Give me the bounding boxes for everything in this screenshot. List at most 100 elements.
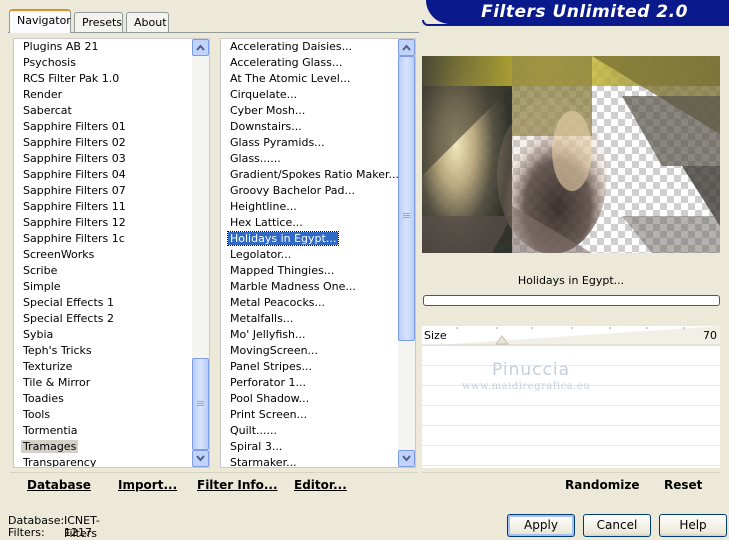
filter-item[interactable]: Print Screen... bbox=[221, 407, 397, 423]
category-item-label: Sapphire Filters 04 bbox=[23, 168, 126, 181]
category-item[interactable]: Sabercat bbox=[14, 103, 191, 119]
category-item[interactable]: Tramages bbox=[14, 439, 191, 455]
category-item[interactable]: Special Effects 2 bbox=[14, 311, 191, 327]
randomize-button[interactable]: Randomize bbox=[565, 478, 639, 492]
category-item[interactable]: Render bbox=[14, 87, 191, 103]
app-title: Filters Unlimited 2.0 bbox=[481, 2, 688, 22]
category-item[interactable]: ScreenWorks bbox=[14, 247, 191, 263]
scroll-down-button[interactable] bbox=[398, 450, 415, 467]
category-item[interactable]: Scribe bbox=[14, 263, 191, 279]
filter-item[interactable]: Glass Pyramids... bbox=[221, 135, 397, 151]
category-item-label: Tramages bbox=[21, 440, 79, 453]
category-item[interactable]: Teph's Tricks bbox=[14, 343, 191, 359]
category-scrollbar[interactable] bbox=[192, 39, 209, 467]
category-item[interactable]: Sapphire Filters 01 bbox=[14, 119, 191, 135]
filter-item[interactable]: Starmaker... bbox=[221, 455, 397, 468]
category-item[interactable]: Sapphire Filters 12 bbox=[14, 215, 191, 231]
category-item[interactable]: Sapphire Filters 02 bbox=[14, 135, 191, 151]
filter-info-button[interactable]: Filter Info... bbox=[197, 478, 278, 492]
filter-item-label: Panel Stripes... bbox=[230, 360, 313, 373]
apply-button[interactable]: Apply bbox=[507, 514, 575, 537]
filter-item[interactable]: Legolator... bbox=[221, 247, 397, 263]
filter-item[interactable]: Holidays in Egypt... bbox=[221, 231, 397, 247]
filter-item-label: Perforator 1... bbox=[230, 376, 306, 389]
filter-item[interactable]: Glass...... bbox=[221, 151, 397, 167]
watermark-name: Pinuccia bbox=[492, 360, 570, 380]
filter-item-label: Groovy Bachelor Pad... bbox=[230, 184, 356, 197]
scroll-up-button[interactable] bbox=[398, 39, 415, 56]
scroll-thumb[interactable] bbox=[192, 358, 209, 450]
progress-bar bbox=[423, 295, 720, 306]
category-item-label: Tools bbox=[23, 408, 51, 421]
filter-item[interactable]: Spiral 3... bbox=[221, 439, 397, 455]
filter-item-label: Starmaker... bbox=[230, 456, 297, 468]
help-button[interactable]: Help bbox=[659, 514, 727, 537]
tab-about[interactable]: About bbox=[126, 12, 169, 32]
category-item[interactable]: Psychosis bbox=[14, 55, 191, 71]
filter-item[interactable]: Heightline... bbox=[221, 199, 397, 215]
category-item[interactable]: RCS Filter Pak 1.0 bbox=[14, 71, 191, 87]
filter-item[interactable]: Panel Stripes... bbox=[221, 359, 397, 375]
database-button[interactable]: Database bbox=[27, 478, 91, 492]
filter-item-label: Accelerating Daisies... bbox=[230, 40, 353, 53]
filter-item[interactable]: Hex Lattice... bbox=[221, 215, 397, 231]
filter-preview[interactable] bbox=[422, 56, 720, 253]
filter-item-label: Holidays in Egypt... bbox=[226, 231, 340, 246]
filter-scrollbar[interactable] bbox=[398, 39, 415, 467]
tab-presets[interactable]: Presets bbox=[74, 12, 123, 32]
filter-item[interactable]: At The Atomic Level... bbox=[221, 71, 397, 87]
filter-item[interactable]: Metalfalls... bbox=[221, 311, 397, 327]
category-item[interactable]: Sapphire Filters 07 bbox=[14, 183, 191, 199]
reset-button[interactable]: Reset bbox=[664, 478, 702, 492]
filter-item[interactable]: Quilt...... bbox=[221, 423, 397, 439]
control-row-empty bbox=[422, 346, 720, 366]
category-item[interactable]: Sapphire Filters 1c bbox=[14, 231, 191, 247]
filter-item-label: Metal Peacocks... bbox=[230, 296, 326, 309]
filter-item[interactable]: Downstairs... bbox=[221, 119, 397, 135]
category-item[interactable]: Tormentia bbox=[14, 423, 191, 439]
filter-item[interactable]: Mapped Thingies... bbox=[221, 263, 397, 279]
category-item[interactable]: Tools bbox=[14, 407, 191, 423]
category-item[interactable]: Special Effects 1 bbox=[14, 295, 191, 311]
preview-artwork bbox=[422, 56, 720, 253]
slider-row[interactable]: Size 70 bbox=[422, 326, 720, 346]
category-item[interactable]: Plugins AB 21 bbox=[14, 39, 191, 55]
filter-item[interactable]: Groovy Bachelor Pad... bbox=[221, 183, 397, 199]
scroll-down-button[interactable] bbox=[192, 450, 209, 467]
filter-item[interactable]: MovingScreen... bbox=[221, 343, 397, 359]
filter-item[interactable]: Accelerating Glass... bbox=[221, 55, 397, 71]
filter-item[interactable]: Perforator 1... bbox=[221, 375, 397, 391]
size-slider-track[interactable] bbox=[422, 326, 720, 346]
filter-item[interactable]: Metal Peacocks... bbox=[221, 295, 397, 311]
category-item-label: Sapphire Filters 12 bbox=[23, 216, 126, 229]
scroll-up-button[interactable] bbox=[192, 39, 209, 56]
category-item[interactable]: Sybia bbox=[14, 327, 191, 343]
editor-button[interactable]: Editor... bbox=[294, 478, 347, 492]
category-item[interactable]: Toadies bbox=[14, 391, 191, 407]
category-item[interactable]: Simple bbox=[14, 279, 191, 295]
filter-item[interactable]: Pool Shadow... bbox=[221, 391, 397, 407]
cancel-button[interactable]: Cancel bbox=[583, 514, 651, 537]
status-filters-label: Filters: bbox=[8, 526, 45, 539]
category-item[interactable]: Sapphire Filters 04 bbox=[14, 167, 191, 183]
import-button[interactable]: Import... bbox=[118, 478, 177, 492]
category-item[interactable]: Texturize bbox=[14, 359, 191, 375]
filter-item-label: Metalfalls... bbox=[230, 312, 294, 325]
scroll-thumb[interactable] bbox=[398, 56, 415, 341]
filter-item[interactable]: Cyber Mosh... bbox=[221, 103, 397, 119]
category-item[interactable]: Tile & Mirror bbox=[14, 375, 191, 391]
filter-list[interactable]: Accelerating Daisies... Accelerating Glas… bbox=[220, 38, 416, 468]
chevron-down-icon bbox=[196, 455, 205, 462]
filter-item[interactable]: Cirquelate... bbox=[221, 87, 397, 103]
category-list[interactable]: Plugins AB 21 Psychosis RCS Filter Pak 1.0… bbox=[13, 38, 210, 468]
filter-item[interactable]: Accelerating Daisies... bbox=[221, 39, 397, 55]
category-item[interactable]: Sapphire Filters 11 bbox=[14, 199, 191, 215]
filter-controls: Size 70 bbox=[422, 326, 720, 468]
tab-navigator[interactable]: Navigator bbox=[9, 9, 71, 33]
filter-items: Accelerating Daisies... Accelerating Glas… bbox=[221, 39, 399, 468]
filter-item[interactable]: Gradient/Spokes Ratio Maker... bbox=[221, 167, 399, 183]
filter-item[interactable]: Mo' Jellyfish... bbox=[221, 327, 397, 343]
category-item[interactable]: Sapphire Filters 03 bbox=[14, 151, 191, 167]
filter-item[interactable]: Marble Madness One... bbox=[221, 279, 397, 295]
category-item[interactable]: Transparency bbox=[14, 455, 191, 467]
